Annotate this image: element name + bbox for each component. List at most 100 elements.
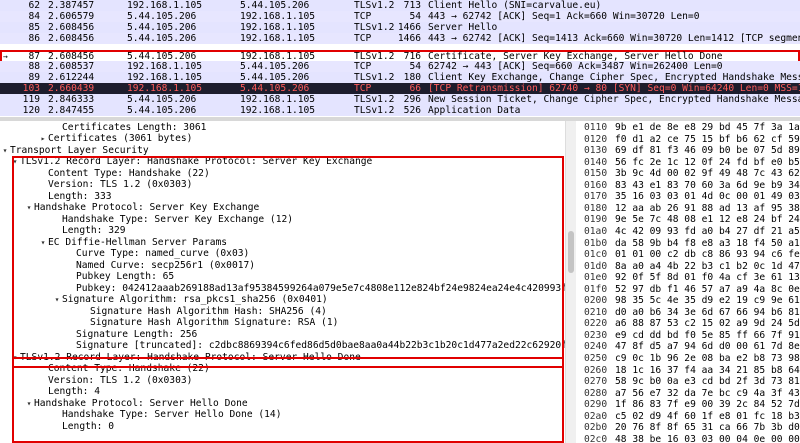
hex-bytes[interactable]: da 58 9b b4 f8 e8 a3 18 f4 50 a1: [615, 238, 800, 250]
tree-node[interactable]: Length: 333: [0, 191, 565, 203]
tree-node[interactable]: ▾ Transport Layer Security: [0, 145, 565, 157]
hex-bytes[interactable]: 12 aa ab 26 91 88 ad 13 af 95 38: [615, 203, 800, 215]
tree-node[interactable]: Content Type: Handshake (22): [0, 168, 565, 180]
expanded-chevron-icon[interactable]: ▾: [24, 202, 34, 214]
packet-row[interactable]: 89 2.612244 192.168.1.105 5.44.105.206 TLSv1…: [0, 72, 800, 83]
hex-bytes[interactable]: 01 01 00 c2 db c8 86 93 94 c6 fe: [615, 249, 800, 261]
hex-bytes[interactable]: 56 fc 2e 1c 12 0f 24 fd bf e0 b5: [615, 157, 800, 169]
hex-offset: 0130: [584, 145, 608, 157]
packet-row[interactable]: 119 2.846333 5.44.105.206 192.168.1.105 TLSv…: [0, 94, 800, 105]
tree-node-label: TLSv1.2 Record Layer: Handshake Protocol…: [20, 351, 361, 363]
packet-time-cell: 2.387457: [48, 0, 95, 11]
hex-offset: 01a0: [584, 225, 608, 237]
expanded-chevron-icon[interactable]: ▾: [24, 398, 34, 410]
tree-node[interactable]: ▾ EC Diffie-Hellman Server Params: [0, 237, 565, 249]
tree-node[interactable]: Signature Hash Algorithm Signature: RSA …: [0, 317, 565, 329]
hex-offset: 0140: [584, 156, 608, 168]
hex-bytes[interactable]: e9 cd dd bd f0 5e 85 ff 66 7f 91: [615, 330, 800, 342]
details-scrollbar[interactable]: [565, 121, 576, 443]
hex-bytes[interactable]: 47 8f d5 a7 94 6d d0 00 61 7d 8e: [615, 341, 800, 353]
details-scrollbar-thumb[interactable]: [568, 231, 574, 273]
hex-row: 0290 1f 86 83 7f e9 00 39 2c 84 52 7d: [577, 399, 800, 411]
hex-bytes[interactable]: 35 16 03 03 01 4d 0c 00 01 49 03: [615, 191, 800, 203]
tree-node[interactable]: Certificates Length: 3061: [0, 122, 565, 134]
expanded-chevron-icon[interactable]: ▾: [10, 156, 20, 168]
tree-node[interactable]: Curve Type: named_curve (0x03): [0, 248, 565, 260]
hex-row: 0150 3b 9c 4d 00 02 9f 49 48 7c 43 62: [577, 168, 800, 180]
packet-row[interactable]: 85 2.608456 5.44.105.206 192.168.1.105 TLSv1…: [0, 22, 800, 33]
tree-node[interactable]: ▾ Handshake Protocol: Server Key Exchange: [0, 202, 565, 214]
packet-row[interactable]: 88 2.608537 192.168.1.105 5.44.105.206 TCP 54…: [0, 61, 800, 72]
packet-time-cell: 2.606579: [48, 11, 95, 22]
tree-node-label: Curve Type: named_curve (0x03): [76, 248, 250, 259]
expanded-chevron-icon[interactable]: ▾: [10, 352, 20, 364]
tree-node[interactable]: Named Curve: secp256r1 (0x0017): [0, 260, 565, 272]
hex-bytes[interactable]: 48 38 be 16 03 03 00 04 0e 00 00: [615, 434, 800, 443]
tree-node[interactable]: ▸ Certificates (3061 bytes): [0, 133, 565, 145]
hex-bytes[interactable]: 3b 9c 4d 00 02 9f 49 48 7c 43 62: [615, 168, 800, 180]
hex-bytes[interactable]: 69 df 81 f3 46 09 b0 be 07 5d 89: [615, 145, 800, 157]
hex-bytes[interactable]: 92 0f 5f 8d 01 f0 4a cf 3e 61 13: [615, 272, 800, 284]
hex-bytes[interactable]: 1f 86 83 7f e9 00 39 2c 84 52 7d: [615, 399, 800, 411]
packet-info-cell: New Session Ticket, Change Cipher Spec, …: [428, 94, 800, 105]
packet-row[interactable]: 86 2.608456 5.44.105.206 192.168.1.105 TCP 14…: [0, 33, 800, 44]
hex-bytes[interactable]: f0 d1 a2 ce 75 15 bf b6 62 cf 59: [615, 134, 800, 146]
tree-node[interactable]: Pubkey Length: 65: [0, 271, 565, 283]
hex-bytes[interactable]: 9e 5e 7c 48 08 e1 12 e8 24 bf 24: [615, 214, 800, 226]
hex-bytes[interactable]: 8a a0 a4 4b 22 b3 c1 b2 0c 1d 47: [615, 261, 800, 273]
hex-offset: 0290: [584, 399, 608, 411]
hex-offset: 0200: [584, 295, 608, 307]
hex-bytes[interactable]: 20 76 8f 8f 65 31 ca 66 7b 3b d0: [615, 422, 800, 434]
tree-node[interactable]: Length: 0: [0, 421, 565, 433]
hex-row: 0200 98 35 5c 4e 35 d9 e2 19 c9 9e 61: [577, 295, 800, 307]
tree-node[interactable]: ▾ Signature Algorithm: rsa_pkcs1_sha256 (…: [0, 294, 565, 306]
tree-node[interactable]: Pubkey: 042412aaab269188ad13af9538459926…: [0, 283, 565, 295]
expanded-chevron-icon[interactable]: ▾: [0, 145, 10, 157]
tree-node[interactable]: Length: 4: [0, 386, 565, 398]
hex-bytes[interactable]: 4c 42 09 93 fd a0 b4 27 df 21 a5: [615, 226, 800, 238]
hex-bytes[interactable]: c9 0c 1b 96 2e 08 ba e2 b8 73 98: [615, 353, 800, 365]
hex-bytes[interactable]: d0 a0 b6 34 3e 6d 67 66 94 b6 81: [615, 307, 800, 319]
tree-node[interactable]: Content Type: Handshake (22): [0, 363, 565, 375]
packet-bytes-pane[interactable]: 0110 9b e1 de 8e e8 29 bd 45 7f 3a 1a 0120…: [577, 121, 800, 443]
hex-bytes[interactable]: 52 97 db f1 46 57 a7 a9 4a 8c 0e: [615, 284, 800, 296]
packet-row[interactable]: 120 2.847455 5.44.105.206 192.168.1.105 TLSv…: [0, 105, 800, 116]
tree-node[interactable]: Signature [truncated]: c2dbc8869394c6fed…: [0, 340, 565, 352]
tree-node-label: Pubkey Length: 65: [76, 271, 175, 282]
hex-row: 0270 58 9c b0 0a e3 cd bd 2f 3d 73 81: [577, 376, 800, 388]
tree-node[interactable]: Handshake Type: Server Key Exchange (12): [0, 214, 565, 226]
hex-bytes[interactable]: 18 1c 16 37 f4 aa 34 21 85 b8 64: [615, 365, 800, 377]
tree-node[interactable]: ▾ Handshake Protocol: Server Hello Done: [0, 398, 565, 410]
hex-bytes[interactable]: a7 56 e7 32 da 7e bc c9 4a 3f 43: [615, 388, 800, 400]
tree-node[interactable]: ▾ TLSv1.2 Record Layer: Handshake Protoco…: [0, 156, 565, 168]
hex-bytes[interactable]: a6 88 87 53 c2 15 02 a9 9d 24 5d: [615, 318, 800, 330]
tree-node-label: Handshake Protocol: Server Key Exchange: [34, 202, 260, 213]
packet-time-cell: 2.608456: [48, 33, 95, 44]
tree-node[interactable]: Version: TLS 1.2 (0x0303): [0, 179, 565, 191]
expanded-chevron-icon[interactable]: ▾: [38, 237, 48, 249]
packet-row[interactable]: 62 2.387457 192.168.1.105 5.44.105.206 TLSv1…: [0, 0, 800, 11]
collapsed-chevron-icon[interactable]: ▸: [38, 133, 48, 145]
hex-row: 0260 18 1c 16 37 f4 aa 34 21 85 b8 64: [577, 365, 800, 377]
tree-node[interactable]: Signature Hash Algorithm Hash: SHA256 (4…: [0, 306, 565, 318]
packet-details-tree[interactable]: Certificates Length: 3061 ▸ Certificates (…: [0, 121, 576, 443]
packet-no-cell: 62: [28, 0, 40, 11]
hex-bytes[interactable]: 98 35 5c 4e 35 d9 e2 19 c9 9e 61: [615, 295, 800, 307]
tree-node[interactable]: Length: 329: [0, 225, 565, 237]
hex-bytes[interactable]: 9b e1 de 8e e8 29 bd 45 7f 3a 1a: [615, 122, 800, 134]
packet-src-cell: 192.168.1.105: [127, 72, 203, 83]
tree-node[interactable]: Handshake Type: Server Hello Done (14): [0, 409, 565, 421]
packet-row[interactable]: 103 2.660439 192.168.1.105 5.44.105.206 TCP 6…: [0, 83, 800, 94]
tree-node[interactable]: Signature Length: 256: [0, 329, 565, 341]
packet-no-cell: 119: [22, 94, 40, 105]
hex-bytes[interactable]: 83 43 e1 83 70 60 3a 6d 9e b9 34: [615, 180, 800, 192]
packet-proto-cell: TCP: [354, 83, 372, 94]
packet-list[interactable]: 62 2.387457 192.168.1.105 5.44.105.206 TLSv1…: [0, 0, 800, 117]
tree-node[interactable]: Version: TLS 1.2 (0x0303): [0, 375, 565, 387]
tree-node[interactable]: ▾ TLSv1.2 Record Layer: Handshake Protoco…: [0, 352, 565, 364]
packet-row[interactable]: 84 2.606579 5.44.105.206 192.168.1.105 TCP 54…: [0, 11, 800, 22]
packet-proto-cell: TLSv1.2: [354, 22, 395, 33]
expanded-chevron-icon[interactable]: ▾: [52, 294, 62, 306]
hex-bytes[interactable]: c5 02 d9 4f 60 1f e8 01 fc 18 b3: [615, 411, 800, 423]
hex-bytes[interactable]: 58 9c b0 0a e3 cd bd 2f 3d 73 81: [615, 376, 800, 388]
